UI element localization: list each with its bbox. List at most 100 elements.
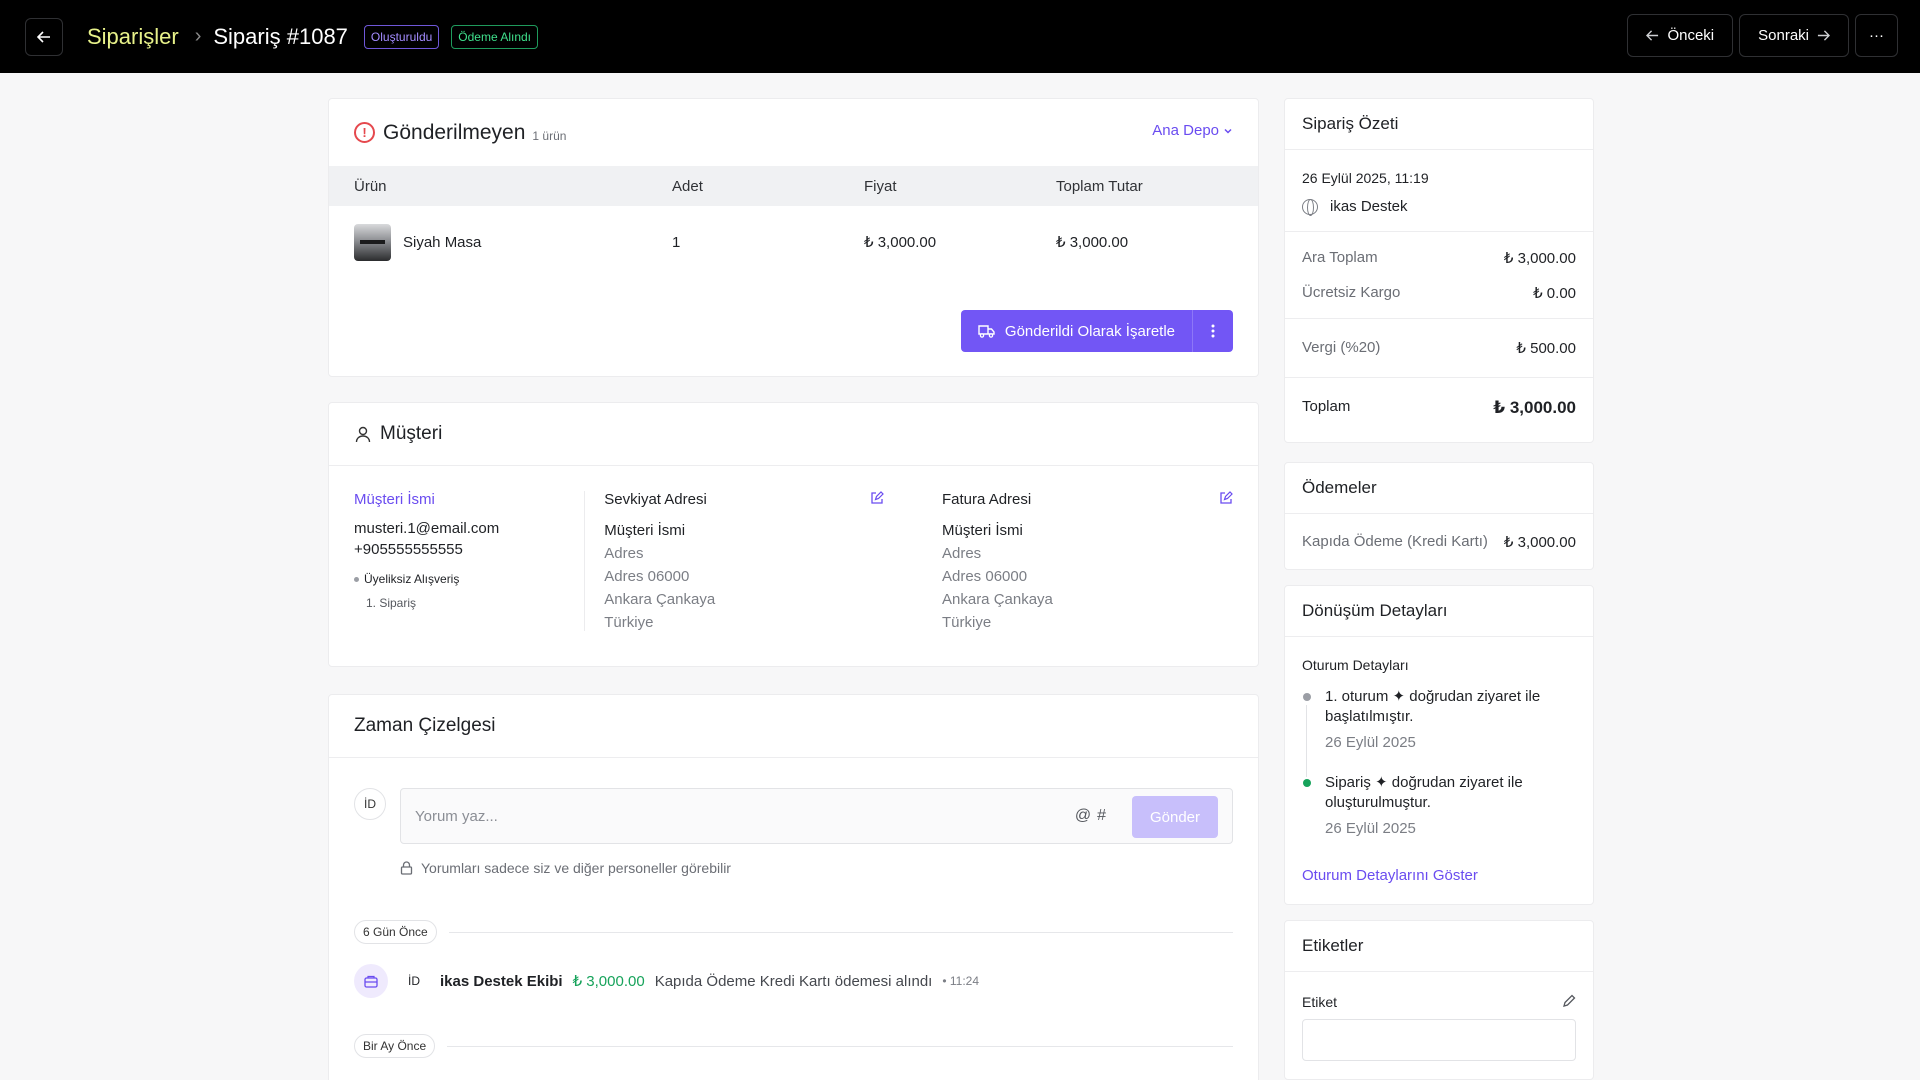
tag-input[interactable] bbox=[1302, 1019, 1576, 1061]
guest-label: Üyeliksiz Alışveriş bbox=[364, 572, 460, 586]
product-cell: Siyah Masa bbox=[329, 223, 672, 261]
billing-address: Fatura Adresi Müşteri İsmi Adres Adres 0… bbox=[909, 491, 1233, 631]
breadcrumb-orders[interactable]: Siparişler bbox=[87, 24, 179, 50]
more-horizontal-icon: ··· bbox=[1869, 27, 1884, 44]
order-nav: Önceki Sonraki ··· bbox=[1627, 14, 1898, 57]
timeline-connector bbox=[1306, 705, 1307, 777]
tags-title: Etiketler bbox=[1302, 936, 1364, 955]
timeline-event: İD ikas Destek Ekibi ₺ 3,000.00 Kapıda Ö… bbox=[354, 964, 1233, 998]
event-amount: ₺ 3,000.00 bbox=[572, 973, 645, 990]
edit-billing-icon[interactable] bbox=[1219, 491, 1233, 505]
warehouse-select[interactable]: Ana Depo bbox=[1152, 122, 1233, 139]
session-event: 1. oturum ✦ doğrudan ziyaret ile başlatı… bbox=[1285, 687, 1593, 777]
shipping-address: Sevkiyat Adresi Müşteri İsmi Adres Adres… bbox=[585, 491, 909, 631]
arrow-right-icon bbox=[1817, 30, 1830, 41]
privacy-text: Yorumları sadece siz ve diğer personelle… bbox=[421, 860, 731, 876]
mention-hashtag-icons[interactable]: @# bbox=[1075, 807, 1112, 825]
payments-title: Ödemeler bbox=[1302, 478, 1377, 497]
previous-label: Önceki bbox=[1667, 27, 1715, 44]
day-separator: 6 Gün Önce bbox=[354, 920, 1233, 944]
send-button[interactable]: Gönder bbox=[1132, 796, 1218, 838]
session-subtitle: Oturum Detayları bbox=[1302, 657, 1409, 673]
more-options-button[interactable]: ··· bbox=[1855, 14, 1898, 57]
shipping-name: Müşteri İsmi bbox=[604, 522, 686, 539]
billing-name: Müşteri İsmi bbox=[942, 522, 1023, 539]
tax-label: Vergi (%20) bbox=[1302, 339, 1381, 356]
session-event-date: 26 Eylül 2025 bbox=[1325, 820, 1416, 837]
lock-icon bbox=[400, 861, 413, 875]
event-avatar: İD bbox=[408, 974, 420, 988]
product-name[interactable]: Siyah Masa bbox=[403, 234, 481, 251]
next-button[interactable]: Sonraki bbox=[1739, 14, 1849, 57]
status-badge-created: Oluşturuldu bbox=[363, 24, 440, 49]
edit-shipping-icon[interactable] bbox=[870, 491, 884, 505]
column-price: Fiyat bbox=[864, 177, 897, 195]
unfulfilled-card: ! Gönderilmeyen 1 ürün Ana Depo Ürün Ade… bbox=[328, 98, 1259, 377]
fulfil-more-button[interactable] bbox=[1192, 310, 1233, 352]
status-dot bbox=[1303, 693, 1311, 701]
shipping-line: Ankara Çankaya bbox=[604, 591, 716, 608]
tags-card: Etiketler Etiket bbox=[1284, 920, 1594, 1080]
shipping-line: Adres bbox=[604, 545, 644, 562]
customer-info: Müşteri İsmi musteri.1@email.com +905555… bbox=[354, 491, 586, 631]
mark-fulfilled-button[interactable]: Gönderildi Olarak İşaretle bbox=[961, 310, 1192, 352]
subtotal-row: Ara Toplam ₺ 3,000.00 bbox=[1285, 249, 1593, 267]
subtotal-label: Ara Toplam bbox=[1302, 249, 1378, 266]
unfulfilled-title: Gönderilmeyen bbox=[383, 120, 526, 144]
qty-cell: 1 bbox=[672, 233, 681, 251]
timeline-body: İD Yorum yaz... @# Gönder Yorumları sade… bbox=[329, 758, 1258, 1058]
conversion-title: Dönüşüm Detayları bbox=[1302, 601, 1448, 620]
timeline-title: Zaman Çizelgesi bbox=[354, 715, 496, 736]
summary-title: Sipariş Özeti bbox=[1302, 114, 1399, 133]
shipping-title: Sevkiyat Adresi bbox=[604, 491, 707, 508]
shipping-line: Adres 06000 bbox=[604, 568, 690, 585]
avatar: İD bbox=[354, 788, 386, 820]
privacy-note: Yorumları sadece siz ve diğer personelle… bbox=[400, 860, 1233, 876]
column-product: Ürün bbox=[354, 177, 387, 195]
customer-name-link[interactable]: Müşteri İsmi bbox=[354, 491, 584, 508]
customer-header: Müşteri bbox=[329, 403, 1258, 465]
customer-title: Müşteri bbox=[380, 423, 443, 444]
total-cell: ₺ 3,000.00 bbox=[1056, 234, 1129, 251]
day-separator: Bir Ay Önce bbox=[354, 1034, 1233, 1058]
guest-badge: Üyeliksiz Alışveriş bbox=[354, 572, 584, 586]
event-actor: ikas Destek Ekibi bbox=[440, 972, 563, 990]
session-event-date: 26 Eylül 2025 bbox=[1325, 734, 1416, 751]
previous-button[interactable]: Önceki bbox=[1627, 14, 1734, 57]
billing-line: Adres bbox=[942, 545, 982, 562]
comment-input[interactable]: Yorum yaz... @# Gönder bbox=[400, 788, 1233, 844]
session-event: Sipariş ✦ doğrudan ziyaret ile oluşturul… bbox=[1285, 773, 1593, 839]
tax-row: Vergi (%20) ₺ 500.00 bbox=[1285, 339, 1593, 357]
comment-row: İD Yorum yaz... @# Gönder bbox=[354, 788, 1233, 844]
truck-icon bbox=[978, 325, 995, 338]
day-line bbox=[447, 1045, 1233, 1047]
customer-email[interactable]: musteri.1@email.com bbox=[354, 520, 584, 537]
chevron-right-icon: › bbox=[194, 25, 202, 47]
top-bar: Siparişler › Sipariş #1087 Oluşturuldu Ö… bbox=[0, 0, 1920, 73]
payment-amount: ₺ 3,000.00 bbox=[1503, 534, 1576, 551]
status-badge-paid: Ödeme Alındı bbox=[451, 24, 539, 49]
price-cell: ₺ 3,000.00 bbox=[864, 234, 937, 251]
customer-phone[interactable]: +905555555555 bbox=[354, 541, 584, 558]
column-total: Toplam Tutar bbox=[1056, 177, 1143, 195]
tag-label: Etiket bbox=[1302, 994, 1338, 1010]
product-thumbnail[interactable] bbox=[354, 223, 391, 261]
mark-fulfilled-label: Gönderildi Olarak İşaretle bbox=[1004, 322, 1175, 340]
show-session-details-link[interactable]: Oturum Detaylarını Göster bbox=[1285, 839, 1593, 884]
shipping-value: ₺ 0.00 bbox=[1533, 285, 1576, 302]
unfulfilled-header: ! Gönderilmeyen 1 ürün Ana Depo bbox=[329, 99, 1258, 166]
day-label: 6 Gün Önce bbox=[354, 920, 437, 944]
item-count: 1 ürün bbox=[532, 128, 567, 143]
pencil-icon[interactable] bbox=[1562, 994, 1576, 1008]
payments-card: Ödemeler Kapıda Ödeme (Kredi Kartı) ₺ 3,… bbox=[1284, 462, 1594, 570]
billing-line: Ankara Çankaya bbox=[942, 591, 1053, 608]
alert-icon: ! bbox=[354, 122, 375, 143]
arrow-left-icon bbox=[1646, 30, 1659, 41]
event-text: Kapıda Ödeme Kredi Kartı ödemesi alındı bbox=[654, 972, 933, 990]
payment-method: Kapıda Ödeme (Kredi Kartı) bbox=[1302, 533, 1488, 550]
total-row: Toplam ₺ 3,000.00 bbox=[1285, 398, 1593, 418]
back-button[interactable] bbox=[25, 17, 63, 56]
divider bbox=[1285, 318, 1593, 319]
warehouse-label: Ana Depo bbox=[1152, 122, 1219, 139]
comment-placeholder: Yorum yaz... bbox=[415, 807, 498, 825]
